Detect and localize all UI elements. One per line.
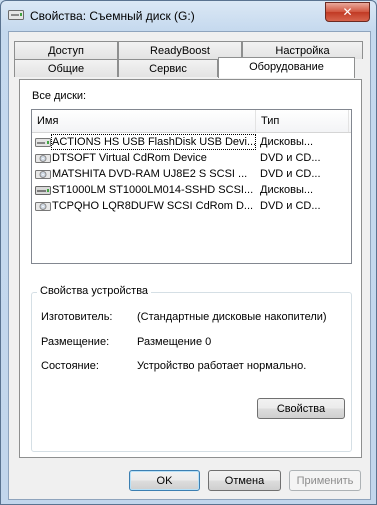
- title-bar: Свойства: Съемный диск (G:) ✕: [1, 1, 376, 31]
- button-label: Свойства: [276, 403, 326, 415]
- group-title: Свойства устройства: [37, 285, 152, 297]
- device-type: Дисковы...: [260, 184, 314, 196]
- list-header: Имя Тип: [32, 110, 351, 133]
- column-divider[interactable]: [348, 110, 349, 132]
- button-label: OK: [156, 475, 173, 487]
- properties-window: Свойства: Съемный диск (G:) ✕ Доступ Rea…: [0, 0, 377, 505]
- tab-sharing[interactable]: Доступ: [14, 41, 118, 59]
- device-type: Дисковы...: [260, 136, 314, 148]
- devices-list[interactable]: Имя Тип ACTIONS HS USB FlashDisk USB Dev…: [31, 109, 352, 264]
- hardware-tab-panel: Все диски: Имя Тип ACTIONS HS USB FlashD…: [19, 79, 362, 458]
- device-properties-group: Свойства устройства Изготовитель: (Станд…: [31, 285, 352, 452]
- location-value: Размещение 0: [137, 336, 212, 348]
- dvd-drive-icon: [35, 154, 51, 163]
- column-header-type[interactable]: Тип: [261, 115, 279, 127]
- button-label: Отмена: [224, 475, 265, 487]
- tab-label: ReadyBoost: [150, 45, 210, 57]
- close-button[interactable]: ✕: [325, 2, 370, 22]
- device-name: TCPQHO LQR8DUFW SCSI CdRom D...: [52, 200, 254, 212]
- tab-label: Доступ: [48, 45, 84, 57]
- tab-tools[interactable]: Сервис: [118, 59, 218, 77]
- tab-hardware[interactable]: Оборудование: [218, 57, 355, 78]
- manufacturer-label: Изготовитель:: [41, 311, 113, 323]
- device-type: DVD и CD...: [260, 152, 321, 164]
- tab-general[interactable]: Общие: [14, 59, 118, 77]
- list-item[interactable]: ST1000LM ST1000LM014-SSHD SCSI... Дисков…: [32, 182, 351, 198]
- device-type: DVD и CD...: [260, 168, 321, 180]
- dialog-client-area: Доступ ReadyBoost Настройка Общие Сервис…: [8, 31, 371, 500]
- tab-label: Сервис: [149, 63, 187, 75]
- button-label: Применить: [296, 475, 354, 487]
- location-label: Размещение:: [41, 336, 110, 348]
- ok-button[interactable]: OK: [129, 470, 200, 491]
- close-icon: ✕: [342, 5, 353, 19]
- hard-disk-icon: [35, 186, 51, 195]
- list-item[interactable]: ACTIONS HS USB FlashDisk USB Devi... Дис…: [32, 134, 351, 150]
- window-title: Свойства: Съемный диск (G:): [30, 9, 195, 23]
- device-name: MATSHITA DVD-RAM UJ8E2 S SCSI ...: [52, 168, 248, 180]
- apply-button[interactable]: Применить: [289, 470, 361, 491]
- device-name: DTSOFT Virtual CdRom Device: [52, 152, 207, 164]
- dvd-drive-icon: [35, 202, 51, 211]
- device-name: ST1000LM ST1000LM014-SSHD SCSI...: [52, 184, 254, 196]
- manufacturer-value: (Стандартные дисковые накопители): [137, 311, 327, 323]
- status-label: Состояние:: [41, 360, 99, 372]
- usb-disk-icon: [35, 138, 51, 147]
- list-item[interactable]: TCPQHO LQR8DUFW SCSI CdRom D... DVD и CD…: [32, 198, 351, 214]
- device-properties-button[interactable]: Свойства: [257, 398, 345, 419]
- tab-label: Настройка: [275, 45, 330, 57]
- tab-label: Оборудование: [249, 61, 324, 73]
- all-disks-label: Все диски:: [32, 90, 87, 102]
- list-item[interactable]: MATSHITA DVD-RAM UJ8E2 S SCSI ... DVD и …: [32, 166, 351, 182]
- tab-label: Общие: [47, 63, 85, 75]
- device-name: ACTIONS HS USB FlashDisk USB Devi...: [51, 134, 256, 150]
- column-header-name[interactable]: Имя: [37, 115, 58, 127]
- status-value: Устройство работает нормально.: [137, 360, 307, 372]
- column-divider[interactable]: [255, 110, 256, 132]
- list-item[interactable]: DTSOFT Virtual CdRom Device DVD и CD...: [32, 150, 351, 166]
- device-type: DVD и CD...: [260, 200, 321, 212]
- dvd-drive-icon: [35, 170, 51, 179]
- removable-disk-icon: [8, 10, 24, 20]
- cancel-button[interactable]: Отмена: [208, 470, 281, 491]
